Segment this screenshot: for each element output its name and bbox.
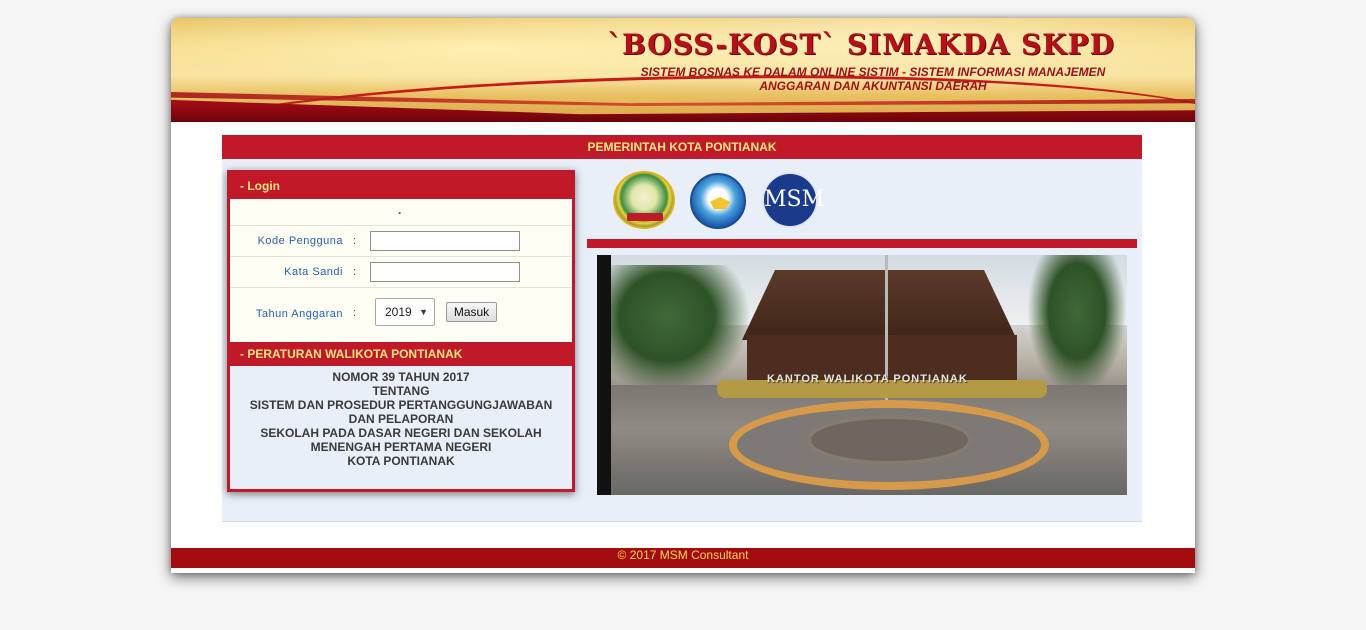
- footer: © 2017 MSM Consultant: [171, 548, 1195, 568]
- regulation-line: MENENGAH PERTAMA NEGERI: [310, 440, 492, 454]
- msm-logo: MSM: [762, 172, 824, 228]
- garuda-icon: [710, 197, 730, 209]
- regulation-heading: - PERATURAN WALIKOTA PONTIANAK: [230, 342, 572, 366]
- government-bar: PEMERINTAH KOTA PONTIANAK: [222, 135, 1142, 159]
- regulation-text: NOMOR 39 TAHUN 2017 TENTANG SISTEM DAN P…: [230, 366, 572, 489]
- photo-trees-left: [611, 265, 751, 395]
- photo-fountain-center: [807, 415, 972, 465]
- password-row: Kata Sandi :: [230, 257, 572, 288]
- regulation-line: TENTANG: [372, 384, 430, 398]
- app-subtitle-line-1: SISTEM BOSNAS KE DALAM ONLINE SISTIM - S…: [640, 65, 1106, 79]
- year-select-value: 2019: [385, 305, 412, 319]
- password-colon: :: [353, 266, 357, 278]
- login-form: . Kode Pengguna : Kata Sandi : Tahun Ang…: [230, 199, 572, 342]
- kota-pontianak-logo: [613, 171, 675, 229]
- username-colon: :: [353, 235, 357, 247]
- year-label: Tahun Anggaran: [255, 308, 343, 320]
- kota-pontianak-logo-band: [627, 213, 663, 221]
- username-input[interactable]: [370, 231, 520, 251]
- password-label: Kata Sandi: [284, 266, 343, 278]
- chevron-down-icon: ▼: [419, 307, 428, 317]
- login-message-row: .: [230, 199, 572, 226]
- msm-logo-text: MSM: [764, 187, 825, 212]
- app-subtitle-line-2: ANGGARAN DAN AKUNTANSI DAERAH: [759, 79, 987, 93]
- login-message: .: [398, 203, 402, 217]
- header-banner: `BOSS-KOST` SIMAKDA SKPD SISTEM BOSNAS K…: [171, 18, 1195, 122]
- regulation-line: SISTEM DAN PROSEDUR PERTANGGUNGJAWABAN: [249, 398, 553, 412]
- year-colon: :: [353, 307, 357, 319]
- page-container: `BOSS-KOST` SIMAKDA SKPD SISTEM BOSNAS K…: [171, 18, 1195, 573]
- photo-caption: KANTOR WALIKOTA PONTIANAK: [767, 373, 968, 385]
- password-input[interactable]: [370, 262, 520, 282]
- regulation-line: NOMOR 39 TAHUN 2017: [332, 370, 470, 384]
- photo-roof: [742, 270, 1017, 340]
- app-subtitle: SISTEM BOSNAS KE DALAM ONLINE SISTIM - S…: [623, 65, 1123, 93]
- year-select[interactable]: 2019 ▼: [375, 298, 435, 326]
- photo-trees-right: [1027, 255, 1127, 395]
- tut-wuri-handayani-logo: [690, 173, 746, 229]
- username-row: Kode Pengguna :: [230, 226, 572, 257]
- login-heading: - Login: [230, 173, 572, 199]
- regulation-line: KOTA PONTIANAK: [347, 454, 455, 468]
- year-row: Tahun Anggaran : 2019 ▼ Masuk: [230, 288, 572, 341]
- login-submit-button[interactable]: Masuk: [446, 302, 497, 322]
- regulation-line: DAN PELAPORAN: [348, 412, 454, 426]
- login-panel: - Login . Kode Pengguna : Kata Sandi : T…: [227, 170, 575, 492]
- app-title: `BOSS-KOST` SIMAKDA SKPD: [607, 28, 1115, 61]
- city-hall-photo: KANTOR WALIKOTA PONTIANAK: [597, 255, 1127, 495]
- photo-left-bar: [597, 255, 611, 495]
- regulation-line: SEKOLAH PADA DASAR NEGERI DAN SEKOLAH: [260, 426, 542, 440]
- username-label: Kode Pengguna: [257, 235, 343, 247]
- divider-red: [587, 239, 1137, 248]
